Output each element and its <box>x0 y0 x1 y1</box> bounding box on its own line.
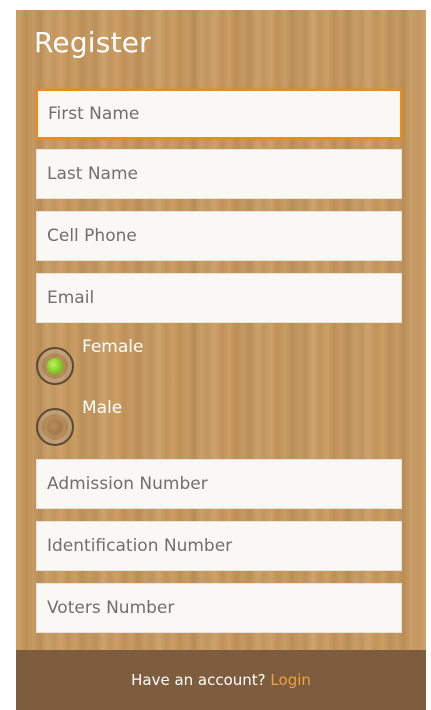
gender-option-female[interactable]: Female <box>36 337 236 387</box>
female-radio-label: Female <box>82 337 144 357</box>
last-name-input[interactable] <box>37 150 401 198</box>
first-name-field-container <box>36 89 402 139</box>
register-screen: Register Female Male Have an account? Lo… <box>16 10 426 710</box>
first-name-input[interactable] <box>38 91 400 137</box>
page-title: Register <box>34 26 151 59</box>
male-radio-button[interactable] <box>36 408 74 446</box>
have-account-prompt: Have an account? <box>131 671 266 689</box>
cell-phone-field-container <box>36 211 402 261</box>
footer-bar: Have an account? Login <box>16 650 426 710</box>
identification-number-input[interactable] <box>37 522 401 570</box>
admission-number-field-container <box>36 459 402 509</box>
cell-phone-input[interactable] <box>37 212 401 260</box>
email-input[interactable] <box>37 274 401 322</box>
identification-number-field-container <box>36 521 402 571</box>
gender-option-male[interactable]: Male <box>36 398 236 448</box>
email-field-container <box>36 273 402 323</box>
voters-number-field-container <box>36 583 402 633</box>
last-name-field-container <box>36 149 402 199</box>
radio-selected-dot-icon <box>47 358 63 374</box>
male-radio-label: Male <box>82 398 123 418</box>
admission-number-input[interactable] <box>37 460 401 508</box>
female-radio-button[interactable] <box>36 347 74 385</box>
voters-number-input[interactable] <box>37 584 401 632</box>
radio-unselected-dot-icon <box>47 419 63 435</box>
login-link[interactable]: Login <box>270 671 310 689</box>
